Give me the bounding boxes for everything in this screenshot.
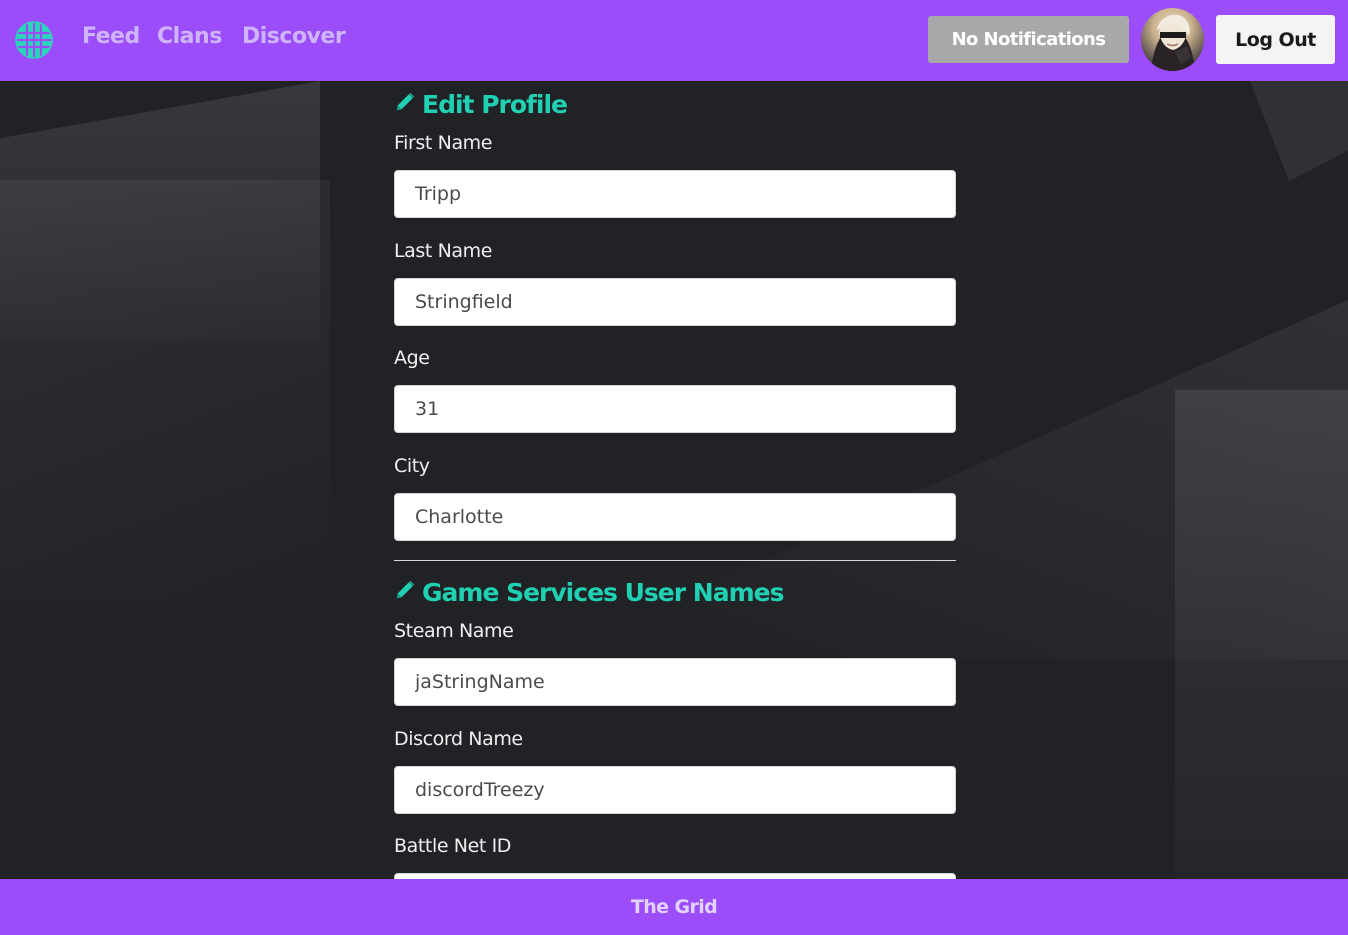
background-shape [1175,390,1348,880]
globe-grid-icon[interactable] [15,21,53,59]
background-shape [0,180,330,600]
age-label: Age [394,347,430,369]
pencil-icon [394,578,416,607]
last-name-label: Last Name [394,240,493,262]
user-avatar[interactable] [1141,8,1204,71]
section-title-text: Game Services User Names [422,578,784,607]
game-services-heading: Game Services User Names [394,578,784,607]
city-label: City [394,455,430,477]
top-navbar: Feed Clans Discover No Notifications Log… [0,0,1348,81]
nav-clans-link[interactable]: Clans [157,24,222,49]
background-shape [1250,81,1348,181]
battle-net-label: Battle Net ID [394,835,512,857]
section-divider [394,560,956,561]
page-footer: The Grid [0,879,1348,935]
discord-name-label: Discord Name [394,728,523,750]
nav-feed-link[interactable]: Feed [82,24,140,49]
last-name-input[interactable] [394,278,956,326]
discord-name-input[interactable] [394,766,956,814]
background-shape [0,81,320,341]
footer-brand: The Grid [630,896,718,918]
first-name-label: First Name [394,132,493,154]
logout-button[interactable]: Log Out [1216,15,1335,64]
first-name-input[interactable] [394,170,956,218]
nav-discover-link[interactable]: Discover [242,24,346,49]
notifications-button[interactable]: No Notifications [928,16,1129,63]
steam-name-input[interactable] [394,658,956,706]
edit-profile-heading: Edit Profile [394,90,568,119]
section-title-text: Edit Profile [422,90,568,119]
age-input[interactable] [394,385,956,433]
background-shape [700,300,1348,660]
steam-name-label: Steam Name [394,620,514,642]
pencil-icon [394,90,416,119]
city-input[interactable] [394,493,956,541]
